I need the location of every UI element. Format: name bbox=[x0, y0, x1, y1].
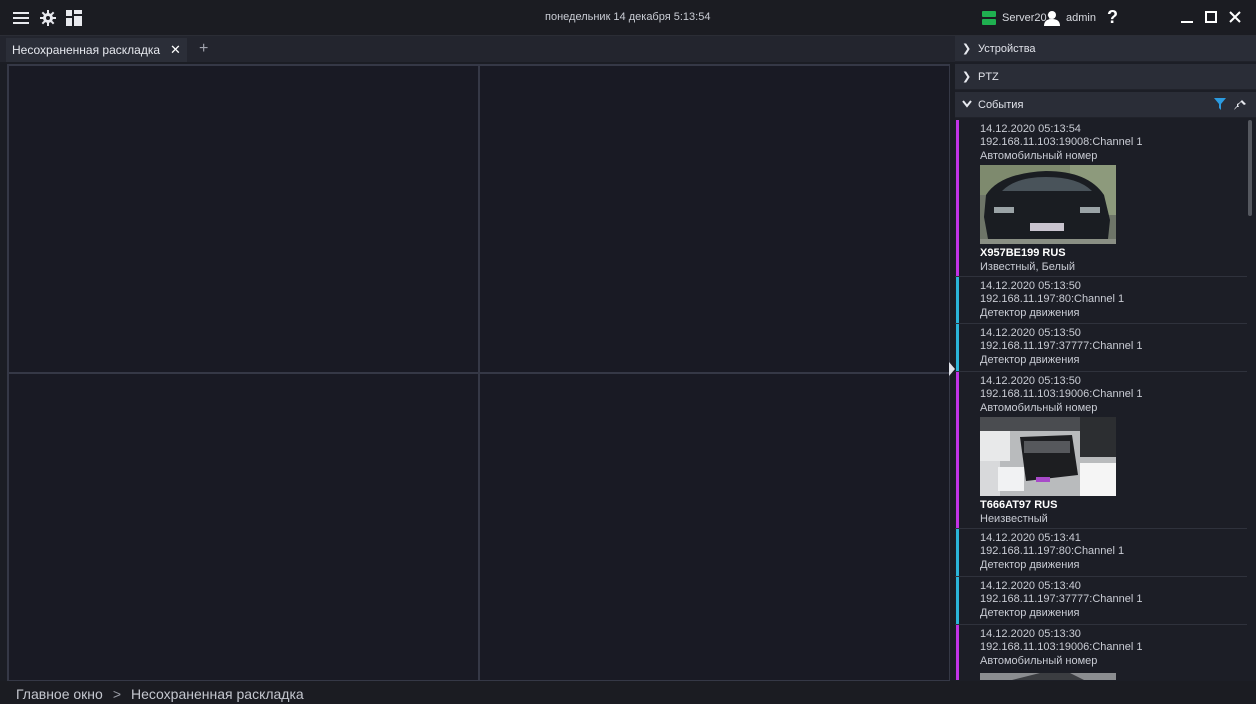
event-type: Детектор движения bbox=[980, 559, 1080, 571]
layout-icon[interactable] bbox=[65, 9, 83, 27]
tab-label: Несохраненная раскладка bbox=[12, 43, 161, 57]
event-source: 192.168.11.197:80:Channel 1 bbox=[980, 545, 1125, 557]
event-source: 192.168.11.103:19006:Channel 1 bbox=[980, 641, 1143, 653]
event-time: 14.12.2020 05:13:40 bbox=[980, 580, 1081, 592]
breadcrumb: Главное окно > Несохраненная раскладка bbox=[16, 686, 304, 702]
event-time: 14.12.2020 05:13:50 bbox=[980, 375, 1081, 387]
section-devices[interactable]: ❯ Устройства bbox=[955, 36, 1256, 62]
gear-icon[interactable] bbox=[39, 9, 57, 27]
server-icon bbox=[982, 11, 996, 26]
event-type: Детектор движения bbox=[980, 354, 1080, 366]
section-events[interactable]: События bbox=[955, 92, 1256, 118]
event-time: 14.12.2020 05:13:41 bbox=[980, 532, 1081, 544]
event-accent-bar bbox=[956, 529, 959, 576]
status-footer: Главное окно > Несохраненная раскладка bbox=[0, 681, 1256, 704]
event-item[interactable]: 14.12.2020 05:13:50 192.168.11.197:80:Ch… bbox=[955, 277, 1247, 324]
event-item[interactable]: 14.12.2020 05:13:54 192.168.11.103:19008… bbox=[955, 120, 1247, 277]
event-accent-bar bbox=[956, 324, 959, 371]
filter-icon[interactable] bbox=[1214, 98, 1226, 113]
help-icon[interactable]: ? bbox=[1107, 7, 1118, 28]
events-scrollbar[interactable] bbox=[1248, 120, 1252, 216]
event-accent-bar bbox=[956, 277, 959, 323]
event-accent-bar bbox=[956, 625, 959, 680]
event-type: Автомобильный номер bbox=[980, 655, 1098, 667]
tab-unsaved-layout[interactable]: Несохраненная раскладка ✕ bbox=[6, 38, 187, 62]
section-label: События bbox=[978, 98, 1024, 111]
side-panel: ❯ Устройства ❯ PTZ События 14.12.2020 05… bbox=[955, 36, 1256, 704]
event-source: 192.168.11.197:37777:Channel 1 bbox=[980, 340, 1143, 352]
event-snapshot[interactable] bbox=[980, 417, 1116, 496]
event-accent-bar bbox=[956, 372, 959, 528]
user-name[interactable]: admin bbox=[1066, 12, 1096, 24]
video-cell[interactable] bbox=[479, 65, 950, 373]
video-grid bbox=[7, 64, 950, 681]
breadcrumb-separator: > bbox=[112, 686, 121, 702]
event-item[interactable]: 14.12.2020 05:13:50 192.168.11.103:19006… bbox=[955, 372, 1247, 529]
clock-datetime: понедельник 14 декабря 5:13:54 bbox=[545, 11, 711, 23]
video-cell[interactable] bbox=[8, 373, 479, 681]
event-item[interactable]: 14.12.2020 05:13:41 192.168.11.197:80:Ch… bbox=[955, 529, 1247, 577]
section-label: PTZ bbox=[978, 70, 999, 83]
add-tab-button[interactable]: + bbox=[199, 40, 208, 58]
event-source: 192.168.11.197:37777:Channel 1 bbox=[980, 593, 1143, 605]
event-time: 14.12.2020 05:13:50 bbox=[980, 280, 1081, 292]
chevron-right-icon: ❯ bbox=[962, 43, 972, 55]
event-source: 192.168.11.103:19006:Channel 1 bbox=[980, 388, 1143, 400]
event-snapshot[interactable] bbox=[980, 670, 1116, 680]
event-status: Известный, Белый bbox=[980, 261, 1076, 273]
user-icon bbox=[1044, 10, 1060, 26]
event-accent-bar bbox=[956, 120, 959, 276]
section-label: Устройства bbox=[978, 42, 1036, 55]
event-type: Автомобильный номер bbox=[980, 150, 1098, 162]
event-type: Детектор движения bbox=[980, 607, 1080, 619]
video-cell[interactable] bbox=[8, 65, 479, 373]
minimize-button[interactable] bbox=[1178, 8, 1196, 26]
event-snapshot[interactable] bbox=[980, 165, 1116, 244]
events-list: 14.12.2020 05:13:54 192.168.11.103:19008… bbox=[955, 120, 1256, 680]
event-source: 192.168.11.197:80:Channel 1 bbox=[980, 293, 1125, 305]
event-item[interactable]: 14.12.2020 05:13:50 192.168.11.197:37777… bbox=[955, 324, 1247, 372]
event-type: Детектор движения bbox=[980, 307, 1080, 319]
event-status: Неизвестный bbox=[980, 513, 1048, 525]
menu-icon[interactable] bbox=[12, 9, 30, 27]
event-item[interactable]: 14.12.2020 05:13:30 192.168.11.103:19006… bbox=[955, 625, 1247, 680]
close-window-button[interactable] bbox=[1226, 8, 1244, 26]
event-source: 192.168.11.103:19008:Channel 1 bbox=[980, 136, 1143, 148]
event-plate: X957BE199 RUS bbox=[980, 247, 1066, 259]
chevron-right-icon: ❯ bbox=[962, 71, 972, 83]
pin-icon[interactable] bbox=[1234, 98, 1246, 113]
video-cell[interactable] bbox=[479, 373, 950, 681]
maximize-button[interactable] bbox=[1202, 8, 1220, 26]
title-bar: понедельник 14 декабря 5:13:54 Server201… bbox=[0, 0, 1256, 36]
event-time: 14.12.2020 05:13:50 bbox=[980, 327, 1081, 339]
event-accent-bar bbox=[956, 577, 959, 624]
close-tab-icon[interactable]: ✕ bbox=[170, 42, 181, 58]
section-ptz[interactable]: ❯ PTZ bbox=[955, 64, 1256, 90]
event-item[interactable]: 14.12.2020 05:13:40 192.168.11.197:37777… bbox=[955, 577, 1247, 625]
layout-tab-strip: Несохраненная раскладка ✕ + bbox=[0, 36, 955, 62]
event-time: 14.12.2020 05:13:54 bbox=[980, 123, 1081, 135]
event-plate: T666AT97 RUS bbox=[980, 499, 1058, 511]
chevron-down-icon bbox=[962, 99, 978, 111]
event-time: 14.12.2020 05:13:30 bbox=[980, 628, 1081, 640]
breadcrumb-item-main-window[interactable]: Главное окно bbox=[16, 686, 103, 702]
breadcrumb-item-layout[interactable]: Несохраненная раскладка bbox=[131, 686, 304, 702]
event-type: Автомобильный номер bbox=[980, 402, 1098, 414]
